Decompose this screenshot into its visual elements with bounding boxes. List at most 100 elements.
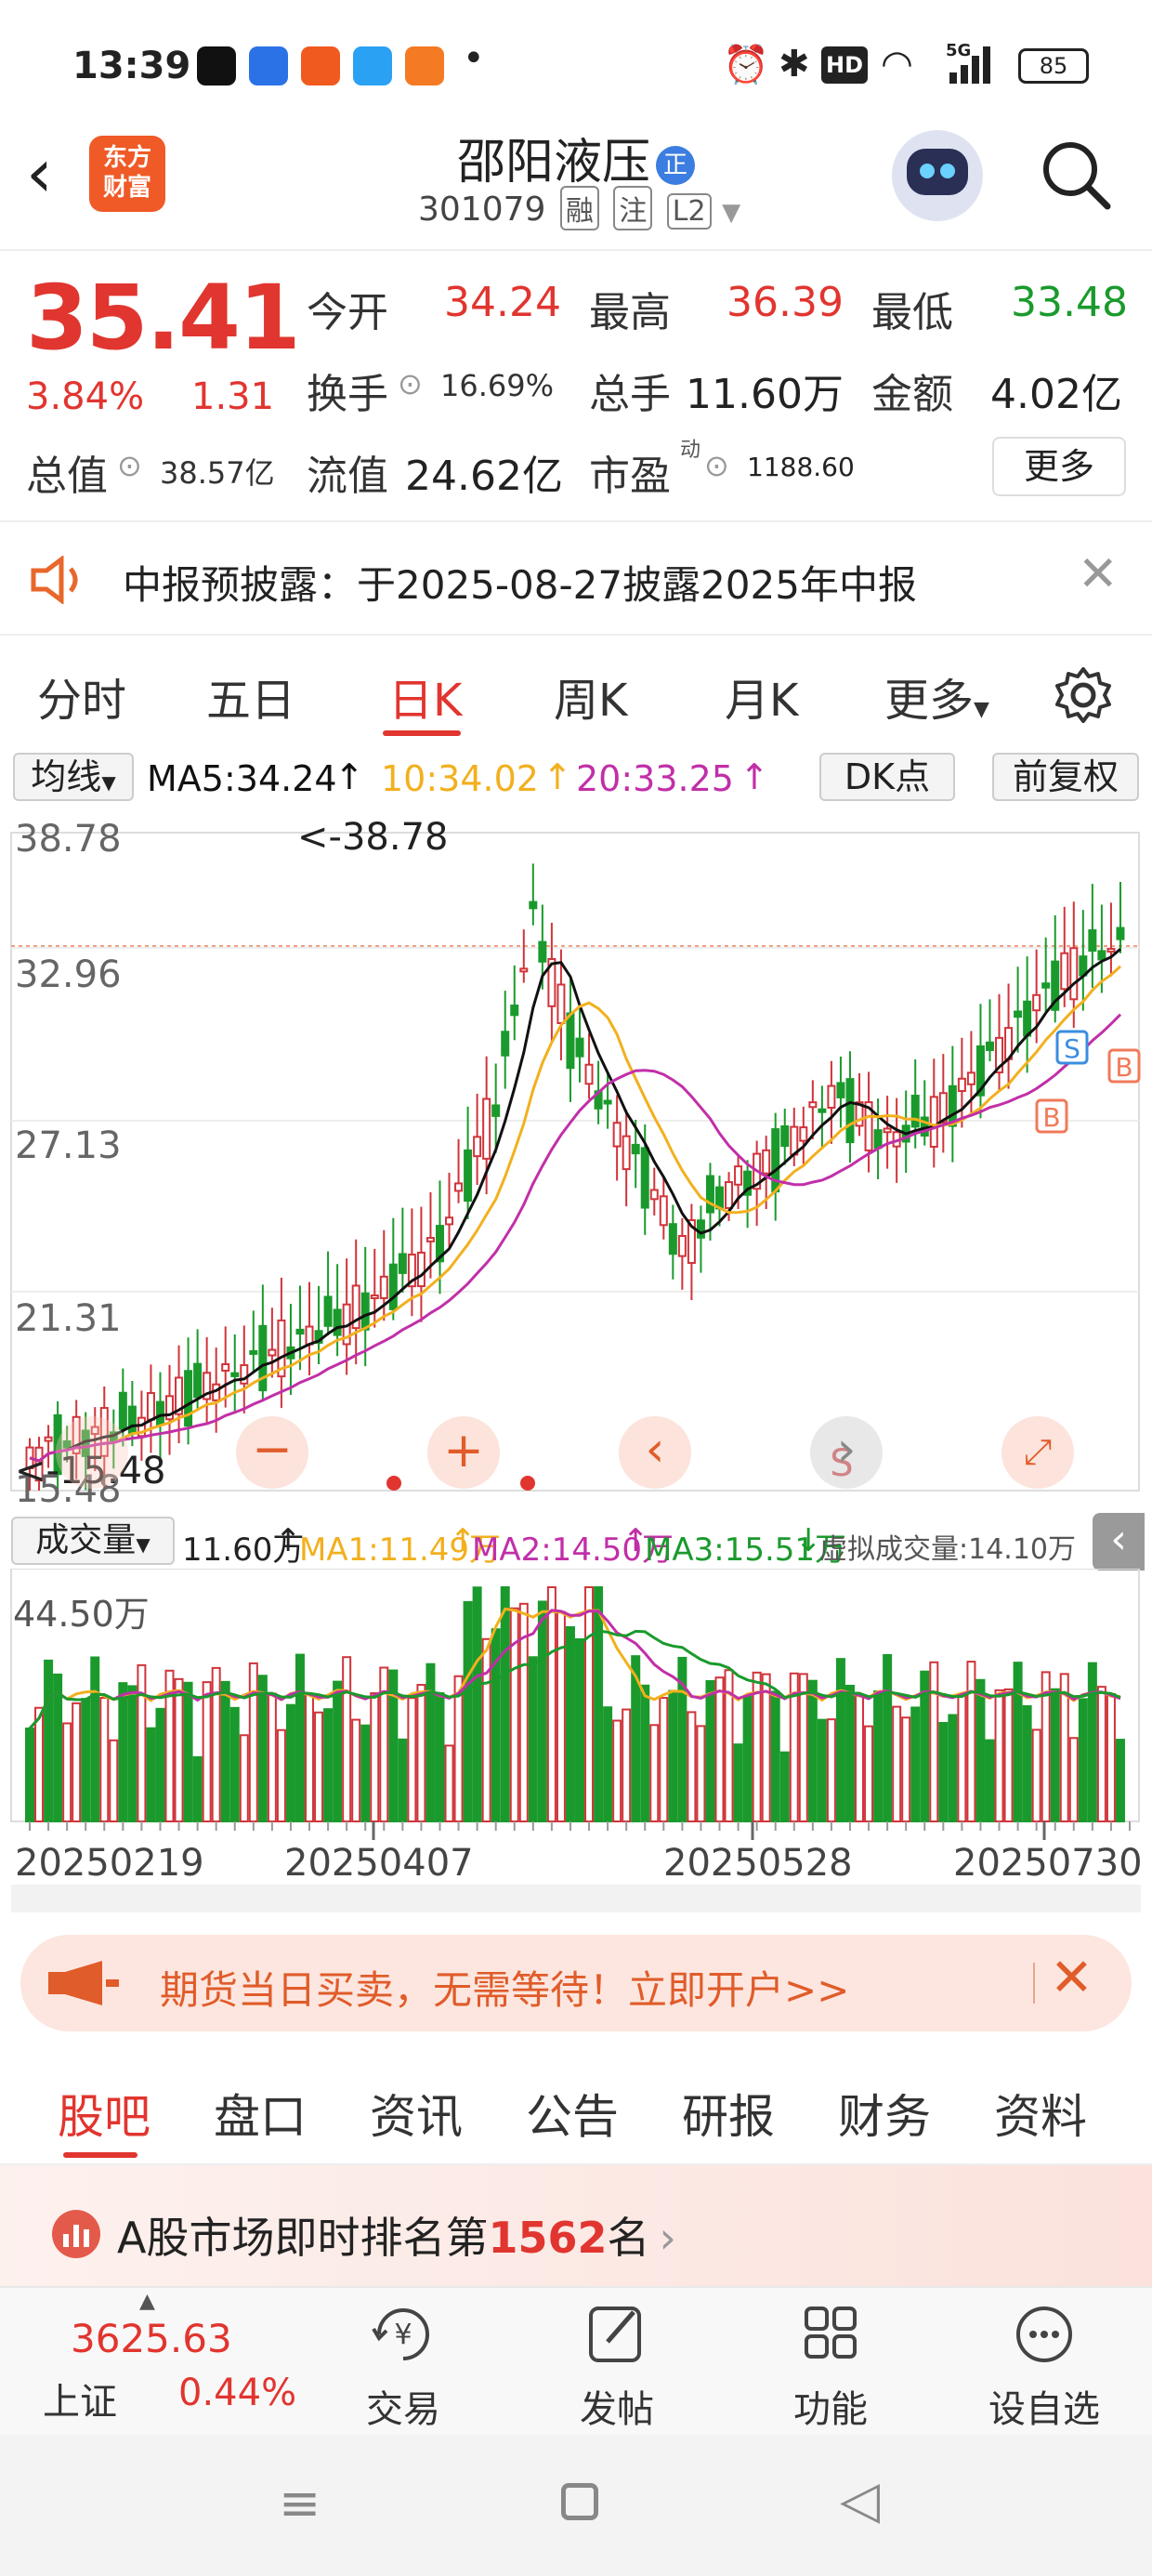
tab-news[interactable]: 资讯 <box>370 2080 463 2147</box>
info-icon[interactable]: ⊙ <box>117 448 142 483</box>
close-icon[interactable]: ✕ <box>1078 546 1119 602</box>
volume-bar <box>342 1656 352 1823</box>
tab-announcement[interactable]: 公告 <box>526 2080 619 2147</box>
svg-text:¥: ¥ <box>394 2319 412 2351</box>
volume-bar <box>425 1663 436 1822</box>
arrow-down-icon: ↓ <box>795 1522 822 1559</box>
search-icon[interactable] <box>1039 138 1113 212</box>
volume-bar <box>733 1743 743 1822</box>
candle-body <box>240 1364 249 1385</box>
tab-research[interactable]: 研报 <box>682 2080 775 2147</box>
volume-bar <box>864 1725 874 1822</box>
turnover-value: 16.69% <box>440 368 555 403</box>
dk-point-button[interactable]: DK点 <box>819 753 955 801</box>
active-tab-indicator <box>383 730 461 736</box>
amount-label: 金额 <box>871 371 953 418</box>
adjust-button[interactable]: 前复权 <box>992 753 1139 801</box>
y-label-top: 38.78 <box>15 818 122 861</box>
volume-bar <box>798 1673 808 1822</box>
tab-five-day[interactable]: 五日 <box>206 664 295 729</box>
tab-daily-k[interactable]: 日K <box>388 664 462 729</box>
nav-functions[interactable]: 功能 <box>738 2301 923 2433</box>
zoom-in-button[interactable]: + <box>427 1416 500 1489</box>
candle-body <box>127 1405 137 1434</box>
candle-body <box>1023 1000 1032 1037</box>
pe-dynamic-mark: 动 <box>680 439 701 462</box>
app-grid-icon <box>405 46 444 85</box>
notice-banner[interactable]: 中报预披露：于2025-08-27披露2025年中报 ✕ <box>0 522 1152 632</box>
volume-bar <box>975 1678 986 1822</box>
candle-body <box>464 1149 473 1203</box>
tab-intraday[interactable]: 分时 <box>37 664 126 729</box>
tab-orderbook[interactable]: 盘口 <box>214 2080 307 2147</box>
candle-body <box>640 1147 649 1209</box>
candle-body <box>454 1182 464 1192</box>
volume-chart[interactable]: 44.50万 <box>0 1569 1152 1847</box>
close-icon[interactable]: ✕ <box>1050 1948 1093 2008</box>
ma-selector[interactable]: 均线▼ <box>13 753 134 801</box>
info-icon[interactable]: ⊙ <box>704 448 729 483</box>
battery-icon: 85 <box>1018 48 1089 84</box>
tab-more[interactable]: 更多▼ <box>884 664 989 729</box>
gear-icon[interactable] <box>1054 665 1113 725</box>
change-amount: 1.31 <box>191 375 275 418</box>
rank-banner[interactable]: A股市场即时排名第1562名 › <box>0 2165 1152 2286</box>
index-change[interactable]: 0.44% <box>178 2372 296 2414</box>
scroll-right-button[interactable]: › <box>810 1416 883 1489</box>
volume-bar <box>183 1681 193 1822</box>
info-icon[interactable]: ⊙ <box>398 366 423 401</box>
index-value[interactable]: 3625.63 <box>71 2316 232 2361</box>
nav-trade[interactable]: ¥ 交易 <box>310 2301 496 2433</box>
menu-icon[interactable]: ≡ <box>279 2474 321 2532</box>
index-name[interactable]: 上证 <box>43 2372 117 2425</box>
candle-body <box>668 1223 677 1255</box>
fullscreen-icon[interactable]: ⤢ <box>1001 1416 1074 1489</box>
rank-text: A股市场即时排名第1562名 › <box>117 2204 676 2266</box>
collapse-panel-button[interactable]: ‹ <box>1093 1513 1145 1571</box>
candle-body <box>333 1308 342 1336</box>
volume-bar <box>174 1677 184 1822</box>
tab-more-label: 更多 <box>884 675 975 727</box>
nav-add-watchlist[interactable]: 设自选 <box>951 2301 1137 2433</box>
amount-value: 4.02亿 <box>990 371 1122 418</box>
nav-post[interactable]: 发帖 <box>524 2301 710 2433</box>
volume-bar <box>202 1681 212 1823</box>
tab-finance[interactable]: 财务 <box>838 2080 931 2147</box>
volume-bar <box>817 1718 827 1822</box>
open-label: 今开 <box>307 289 388 336</box>
clock: 13:39 <box>72 45 191 87</box>
volume-selector[interactable]: 成交量▼ <box>11 1517 175 1565</box>
ma10-value: 10:34.02 <box>381 758 539 799</box>
volume-bar <box>1022 1704 1032 1822</box>
home-icon[interactable] <box>561 2483 598 2520</box>
zoom-out-button[interactable]: − <box>236 1416 308 1489</box>
candle-body <box>575 1037 584 1058</box>
tab-monthly-k[interactable]: 月K <box>725 664 798 729</box>
scroll-left-button[interactable]: ‹ <box>619 1416 691 1489</box>
candle-body <box>836 1082 845 1098</box>
more-button[interactable]: 更多 <box>992 437 1126 496</box>
date-label-1: 20250219 <box>15 1842 204 1885</box>
nav-functions-label: 功能 <box>793 2388 868 2431</box>
kline-chart[interactable]: SBBS 38.78 32.96 27.13 21.31 15.48 <-38.… <box>0 805 1152 1511</box>
douyin-app-icon <box>197 46 236 85</box>
volume-bar <box>285 1703 295 1822</box>
candle-body <box>1060 952 1069 991</box>
stock-subtitle[interactable]: 301079 融 注 L2 ▼ <box>418 186 740 230</box>
volume-bar <box>528 1656 538 1822</box>
volume-bar <box>211 1666 221 1823</box>
rank-number: 1562 <box>488 2213 608 2263</box>
candle-body <box>519 967 529 973</box>
notice-text: 中报预披露：于2025-08-27披露2025年中报 <box>123 562 917 608</box>
promo-banner[interactable]: 期货当日买卖，无需等待！立即开户>> ✕ <box>20 1935 1132 2031</box>
volume-bar <box>257 1675 268 1822</box>
tab-profile[interactable]: 资料 <box>994 2080 1087 2147</box>
back-triangle-icon[interactable]: ◁ <box>840 2470 880 2530</box>
tab-forum[interactable]: 股吧 <box>58 2080 151 2147</box>
tab-weekly-k[interactable]: 周K <box>554 664 627 729</box>
candle-body <box>1032 993 1041 1012</box>
ai-robot-avatar[interactable] <box>892 130 983 221</box>
hidden-control-button[interactable] <box>56 1416 128 1489</box>
candle-body <box>388 1263 398 1310</box>
volume-bar <box>248 1662 258 1822</box>
